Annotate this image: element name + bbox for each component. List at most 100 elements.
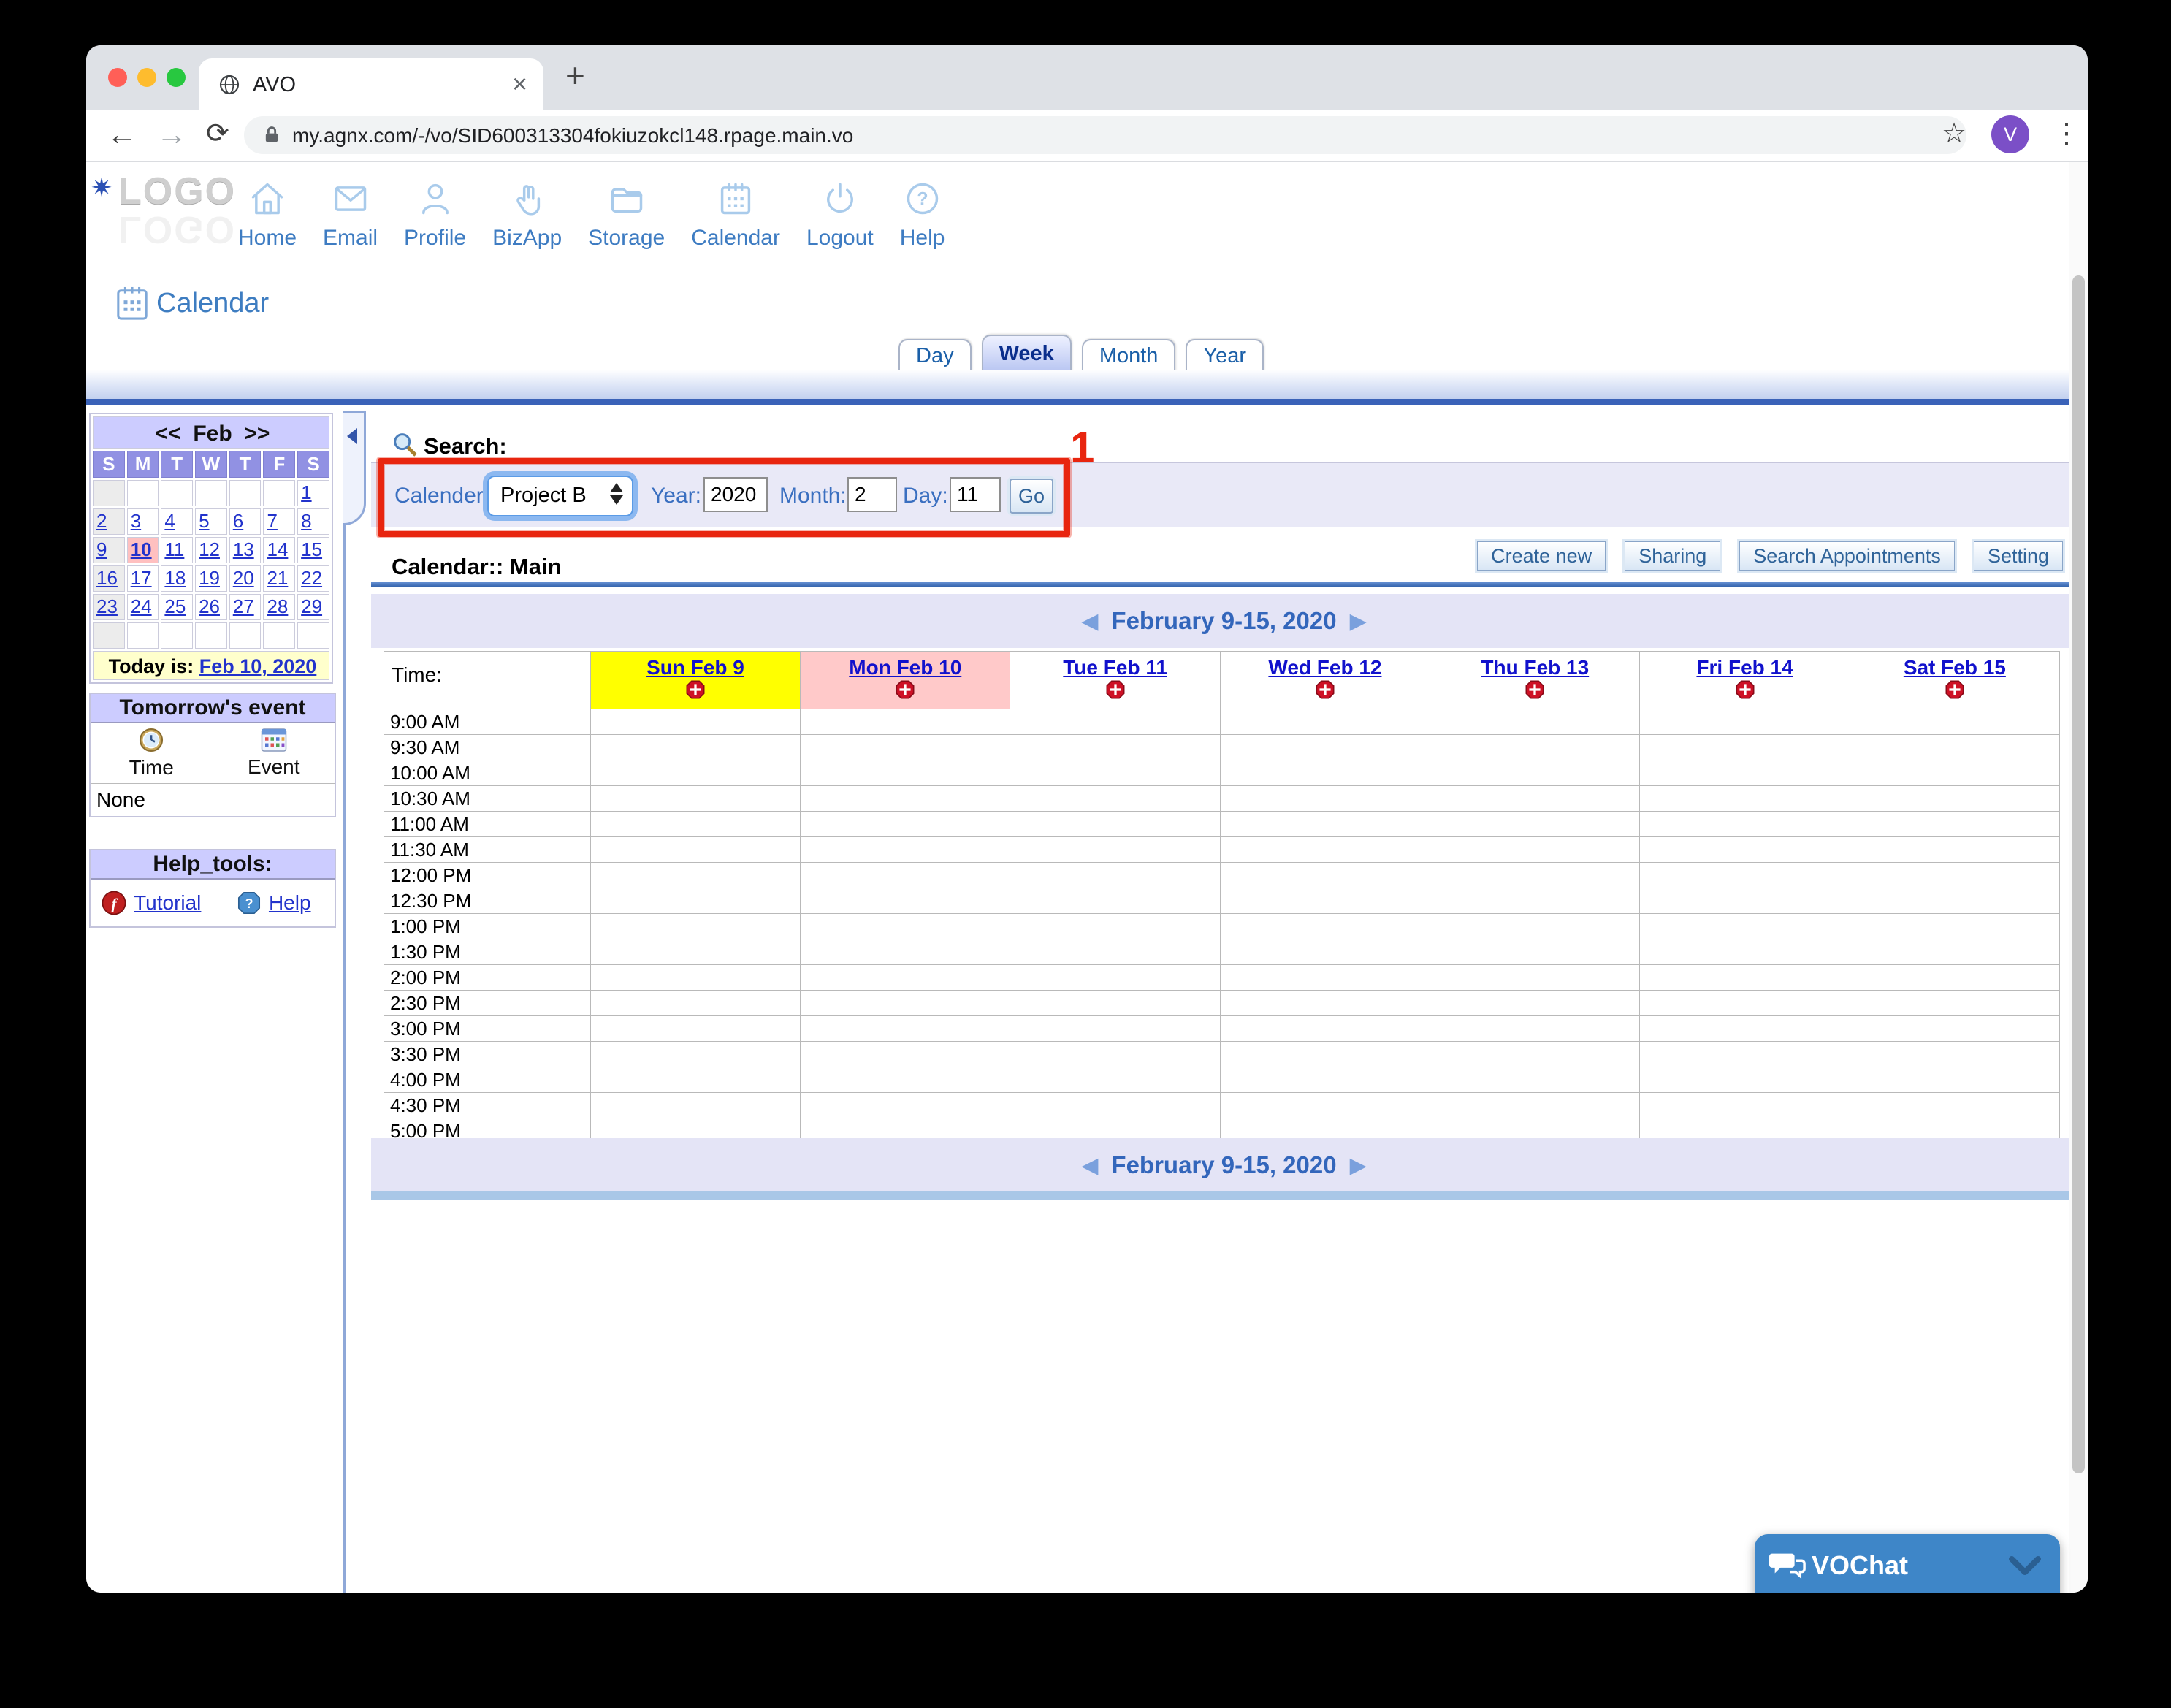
time-slot-cell[interactable] bbox=[590, 863, 800, 888]
time-slot-cell[interactable] bbox=[1850, 1042, 2059, 1067]
time-slot-cell[interactable] bbox=[1010, 1093, 1220, 1118]
time-slot-cell[interactable] bbox=[1640, 1016, 1850, 1042]
reload-icon[interactable]: ⟳ bbox=[206, 117, 229, 150]
mini-calendar-cell[interactable]: 5 bbox=[195, 508, 227, 535]
mini-calendar-cell[interactable]: 21 bbox=[263, 565, 295, 592]
time-slot-cell[interactable] bbox=[1640, 888, 1850, 914]
mini-calendar-cell[interactable]: 4 bbox=[161, 508, 193, 535]
time-slot-cell[interactable] bbox=[1010, 837, 1220, 863]
mini-calendar-cell[interactable]: 26 bbox=[195, 594, 227, 620]
tab-close-icon[interactable]: × bbox=[512, 69, 527, 99]
time-slot-cell[interactable] bbox=[1010, 939, 1220, 965]
mini-calendar-cell[interactable]: 12 bbox=[195, 537, 227, 563]
time-slot-cell[interactable] bbox=[801, 1016, 1010, 1042]
time-slot-cell[interactable] bbox=[1220, 786, 1430, 812]
mini-calendar-cell[interactable]: 17 bbox=[127, 565, 159, 592]
day-link[interactable]: Tue Feb 11 bbox=[1063, 656, 1167, 679]
time-slot-cell[interactable] bbox=[1010, 888, 1220, 914]
mini-calendar-cell[interactable]: 19 bbox=[195, 565, 227, 592]
time-slot-cell[interactable] bbox=[1010, 863, 1220, 888]
next-month-button[interactable]: >> bbox=[244, 422, 270, 446]
add-appointment-icon[interactable] bbox=[1105, 679, 1126, 700]
time-slot-cell[interactable] bbox=[1640, 914, 1850, 939]
time-slot-cell[interactable] bbox=[590, 1067, 800, 1093]
time-slot-cell[interactable] bbox=[1430, 1067, 1640, 1093]
time-slot-cell[interactable] bbox=[1010, 709, 1220, 735]
time-slot-cell[interactable] bbox=[1010, 786, 1220, 812]
time-slot-cell[interactable] bbox=[801, 914, 1010, 939]
time-slot-cell[interactable] bbox=[1640, 760, 1850, 786]
time-slot-cell[interactable] bbox=[590, 965, 800, 991]
time-slot-cell[interactable] bbox=[1010, 991, 1220, 1016]
time-slot-cell[interactable] bbox=[1850, 1067, 2059, 1093]
time-slot-cell[interactable] bbox=[1430, 837, 1640, 863]
mini-calendar-cell[interactable]: 3 bbox=[127, 508, 159, 535]
time-slot-cell[interactable] bbox=[590, 786, 800, 812]
create-new-button[interactable]: Create new bbox=[1477, 541, 1606, 571]
time-slot-cell[interactable] bbox=[801, 709, 1010, 735]
tab-day[interactable]: Day bbox=[898, 339, 972, 371]
menu-dots-icon[interactable]: ⋮ bbox=[2053, 117, 2080, 150]
mini-calendar-cell[interactable]: 14 bbox=[263, 537, 295, 563]
mini-calendar-cell[interactable]: 15 bbox=[297, 537, 329, 563]
time-slot-cell[interactable] bbox=[1220, 1042, 1430, 1067]
time-slot-cell[interactable] bbox=[1850, 1093, 2059, 1118]
new-tab-button[interactable]: + bbox=[565, 56, 585, 95]
browser-tab[interactable]: AVO × bbox=[199, 58, 543, 110]
scrollbar-thumb[interactable] bbox=[2072, 275, 2085, 1473]
sharing-button[interactable]: Sharing bbox=[1625, 541, 1720, 571]
time-slot-cell[interactable] bbox=[801, 965, 1010, 991]
time-slot-cell[interactable] bbox=[1220, 760, 1430, 786]
next-week-icon-bottom[interactable]: ▶ bbox=[1350, 1153, 1367, 1178]
time-slot-cell[interactable] bbox=[801, 991, 1010, 1016]
time-slot-cell[interactable] bbox=[801, 1042, 1010, 1067]
time-slot-cell[interactable] bbox=[1640, 1093, 1850, 1118]
vochat-widget[interactable]: VOChat bbox=[1755, 1534, 2060, 1593]
mini-calendar-cell[interactable]: 22 bbox=[297, 565, 329, 592]
tutorial-link[interactable]: Tutorial bbox=[134, 891, 201, 915]
time-slot-cell[interactable] bbox=[1010, 914, 1220, 939]
time-slot-cell[interactable] bbox=[801, 939, 1010, 965]
prev-month-button[interactable]: << bbox=[156, 422, 181, 446]
today-link[interactable]: Feb 10, 2020 bbox=[199, 655, 317, 677]
help-link[interactable]: Help bbox=[269, 891, 311, 915]
time-slot-cell[interactable] bbox=[590, 837, 800, 863]
sidebar-collapse-handle[interactable] bbox=[343, 411, 366, 525]
time-slot-cell[interactable] bbox=[1850, 760, 2059, 786]
mini-calendar-cell[interactable]: 2 bbox=[93, 508, 125, 535]
time-slot-cell[interactable] bbox=[1430, 709, 1640, 735]
scrollbar-track[interactable] bbox=[2069, 162, 2088, 1593]
time-slot-cell[interactable] bbox=[1220, 888, 1430, 914]
nav-item-help[interactable]: ?Help bbox=[900, 180, 945, 251]
add-appointment-icon[interactable] bbox=[1525, 679, 1545, 700]
time-slot-cell[interactable] bbox=[1220, 939, 1430, 965]
time-slot-cell[interactable] bbox=[590, 1042, 800, 1067]
mini-calendar-cell[interactable]: 24 bbox=[127, 594, 159, 620]
add-appointment-icon[interactable] bbox=[685, 679, 706, 700]
nav-item-bizapp[interactable]: BizApp bbox=[492, 180, 562, 251]
mini-calendar-cell[interactable]: 7 bbox=[263, 508, 295, 535]
time-slot-cell[interactable] bbox=[1220, 1093, 1430, 1118]
next-week-icon[interactable]: ▶ bbox=[1350, 609, 1367, 634]
time-slot-cell[interactable] bbox=[1010, 760, 1220, 786]
time-slot-cell[interactable] bbox=[1430, 786, 1640, 812]
prev-week-icon-bottom[interactable]: ◀ bbox=[1081, 1153, 1098, 1178]
time-slot-cell[interactable] bbox=[1850, 786, 2059, 812]
time-slot-cell[interactable] bbox=[1010, 965, 1220, 991]
bookmark-star-icon[interactable]: ☆ bbox=[1942, 117, 1966, 150]
time-slot-cell[interactable] bbox=[1850, 939, 2059, 965]
time-slot-cell[interactable] bbox=[1430, 1016, 1640, 1042]
mini-calendar-cell[interactable]: 6 bbox=[229, 508, 262, 535]
time-slot-cell[interactable] bbox=[590, 914, 800, 939]
time-slot-cell[interactable] bbox=[1430, 812, 1640, 837]
time-slot-cell[interactable] bbox=[1220, 914, 1430, 939]
time-slot-cell[interactable] bbox=[1430, 991, 1640, 1016]
time-slot-cell[interactable] bbox=[1640, 1042, 1850, 1067]
mini-calendar-cell[interactable]: 25 bbox=[161, 594, 193, 620]
mini-calendar-cell[interactable]: 10 bbox=[127, 537, 159, 563]
chevron-down-icon[interactable] bbox=[2009, 1556, 2041, 1577]
add-appointment-icon[interactable] bbox=[1945, 679, 1965, 700]
time-slot-cell[interactable] bbox=[1850, 709, 2059, 735]
mini-calendar-cell[interactable]: 18 bbox=[161, 565, 193, 592]
mini-calendar-cell[interactable]: 16 bbox=[93, 565, 125, 592]
